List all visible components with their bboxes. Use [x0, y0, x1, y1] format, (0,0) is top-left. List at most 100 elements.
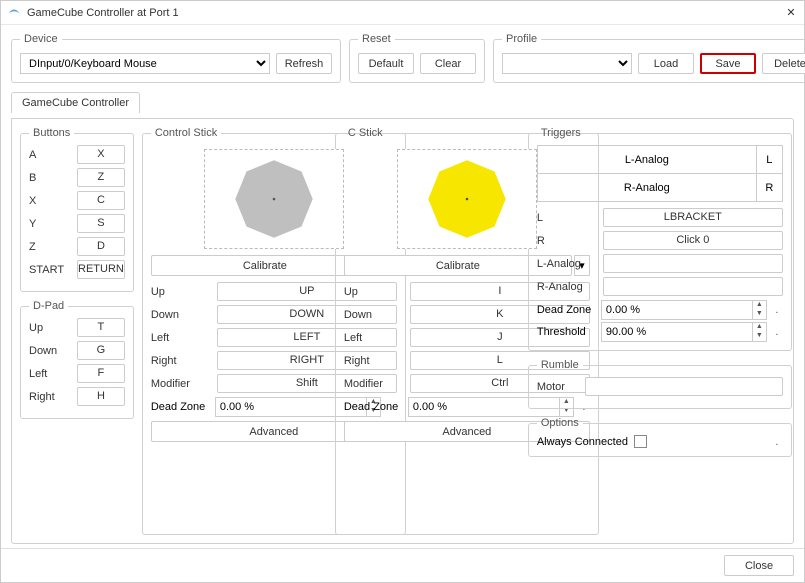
control-stick-legend: Control Stick [151, 127, 221, 139]
btn-start-bind[interactable]: RETURN [77, 260, 125, 279]
col-c-stick: C Stick Calibrate▾ UpI DownK LeftJ Right… [335, 127, 520, 535]
cs-dz-lbl: Dead Zone [151, 401, 211, 413]
content-area: Device DInput/0/Keyboard Mouse Refresh R… [1, 25, 804, 548]
reset-legend: Reset [358, 33, 395, 45]
tr-dz-input[interactable] [602, 301, 752, 319]
tr-r-lbl: R [537, 235, 597, 247]
btn-z-bind[interactable]: D [77, 237, 125, 256]
save-button[interactable]: Save [700, 53, 756, 74]
dpad-legend: D-Pad [29, 300, 68, 312]
col-control-stick: Control Stick Calibrate▾ UpUP DownDOWN L… [142, 127, 327, 535]
tr-th-lbl: Threshold [537, 326, 597, 338]
always-connected-label: Always Connected [537, 436, 628, 448]
default-button[interactable]: Default [358, 53, 414, 74]
device-group: Device DInput/0/Keyboard Mouse Refresh [11, 33, 341, 83]
tabs: GameCube Controller [11, 91, 794, 112]
cs-right-lbl: Right [151, 355, 211, 367]
buttons-legend: Buttons [29, 127, 74, 139]
cs-up-lbl: Up [151, 286, 211, 298]
btn-b-lbl: B [29, 172, 71, 184]
load-button[interactable]: Load [638, 53, 694, 74]
top-row: Device DInput/0/Keyboard Mouse Refresh R… [11, 33, 794, 83]
btn-start-lbl: START [29, 264, 71, 276]
dpad-group: D-Pad UpT DownG LeftF RightH [20, 300, 134, 419]
tr-l-lbl: L [537, 212, 597, 224]
cst-up-lbl: Up [344, 286, 404, 298]
titlebar: GameCube Controller at Port 1 ✕ [1, 1, 804, 25]
dpad-left-lbl: Left [29, 368, 71, 380]
col-buttons: Buttons AX BZ XC YS ZD STARTRETURN D-Pad… [20, 127, 134, 535]
tr-th-spin[interactable]: ▲▼ [601, 322, 767, 342]
spin-up-icon[interactable]: ▲ [753, 323, 766, 332]
cs-left-lbl: Left [151, 332, 211, 344]
tr-r-bind[interactable]: Click 0 [603, 231, 783, 250]
clear-button[interactable]: Clear [420, 53, 476, 74]
btn-a-bind[interactable]: X [77, 145, 125, 164]
tr-th-dots[interactable]: . [771, 326, 783, 338]
rumble-legend: Rumble [537, 359, 583, 371]
dpad-right-bind[interactable]: H [77, 387, 125, 406]
app-icon [7, 6, 21, 20]
motor-lbl: Motor [537, 381, 579, 393]
footer: Close [1, 548, 804, 582]
cst-down-lbl: Down [344, 309, 404, 321]
btn-a-lbl: A [29, 149, 71, 161]
tr-ra-lbl: R-Analog [537, 281, 597, 293]
tr-dz-dots[interactable]: . [771, 304, 783, 316]
btn-b-bind[interactable]: Z [77, 168, 125, 187]
cst-mod-lbl: Modifier [344, 378, 404, 390]
dialog-window: GameCube Controller at Port 1 ✕ Device D… [0, 0, 805, 583]
tr-dz-spin[interactable]: ▲▼ [601, 300, 767, 320]
spin-up-icon[interactable]: ▲ [753, 301, 766, 310]
dpad-right-lbl: Right [29, 391, 71, 403]
tr-th-input[interactable] [602, 323, 752, 341]
motor-bind[interactable] [585, 377, 783, 396]
tab-gamecube[interactable]: GameCube Controller [11, 92, 140, 113]
tr-la-bind[interactable] [603, 254, 783, 273]
btn-z-lbl: Z [29, 241, 71, 253]
dpad-left-bind[interactable]: F [77, 364, 125, 383]
cs-mod-lbl: Modifier [151, 378, 211, 390]
c-stick-viz [397, 149, 537, 249]
btn-x-bind[interactable]: C [77, 191, 125, 210]
always-connected-checkbox[interactable] [634, 435, 647, 448]
c-stick-legend: C Stick [344, 127, 387, 139]
window-title: GameCube Controller at Port 1 [27, 7, 784, 19]
triggers-group: Triggers L-AnalogL R-AnalogR LLBRACKET R… [528, 127, 792, 351]
triggers-table: L-AnalogL R-AnalogR [537, 145, 783, 202]
tr-la-lbl: L-Analog [537, 258, 597, 270]
btn-y-lbl: Y [29, 218, 71, 230]
dpad-up-bind[interactable]: T [77, 318, 125, 337]
control-stick-viz [204, 149, 344, 249]
profile-select[interactable] [502, 53, 632, 74]
dpad-down-bind[interactable]: G [77, 341, 125, 360]
refresh-button[interactable]: Refresh [276, 53, 332, 74]
btn-y-bind[interactable]: S [77, 214, 125, 233]
reset-group: Reset Default Clear [349, 33, 485, 83]
dpad-up-lbl: Up [29, 322, 71, 334]
btn-x-lbl: X [29, 195, 71, 207]
tr-dz-lbl: Dead Zone [537, 304, 597, 316]
options-group: Options Always Connected . [528, 417, 792, 457]
tr-ra-bind[interactable] [603, 277, 783, 296]
tr-l-cell[interactable]: L [756, 146, 782, 174]
tr-ranalog-cell[interactable]: R-Analog [537, 174, 756, 202]
options-dots[interactable]: . [771, 436, 783, 448]
device-select[interactable]: DInput/0/Keyboard Mouse [20, 53, 270, 74]
profile-group: Profile Load Save Delete [493, 33, 805, 83]
tr-l-bind[interactable]: LBRACKET [603, 208, 783, 227]
col-triggers: Triggers L-AnalogL R-AnalogR LLBRACKET R… [528, 127, 792, 535]
tab-panel: Buttons AX BZ XC YS ZD STARTRETURN D-Pad… [11, 118, 794, 544]
close-icon[interactable]: ✕ [784, 6, 798, 19]
spin-down-icon[interactable]: ▼ [753, 310, 766, 319]
triggers-legend: Triggers [537, 127, 585, 139]
cst-dz-lbl: Dead Zone [344, 401, 404, 413]
buttons-group: Buttons AX BZ XC YS ZD STARTRETURN [20, 127, 134, 292]
cst-right-lbl: Right [344, 355, 404, 367]
close-button[interactable]: Close [724, 555, 794, 576]
delete-button[interactable]: Delete [762, 53, 805, 74]
rumble-group: Rumble Motor [528, 359, 792, 409]
spin-down-icon[interactable]: ▼ [753, 332, 766, 341]
tr-r-cell[interactable]: R [756, 174, 782, 202]
tr-lanalog-cell[interactable]: L-Analog [537, 146, 756, 174]
